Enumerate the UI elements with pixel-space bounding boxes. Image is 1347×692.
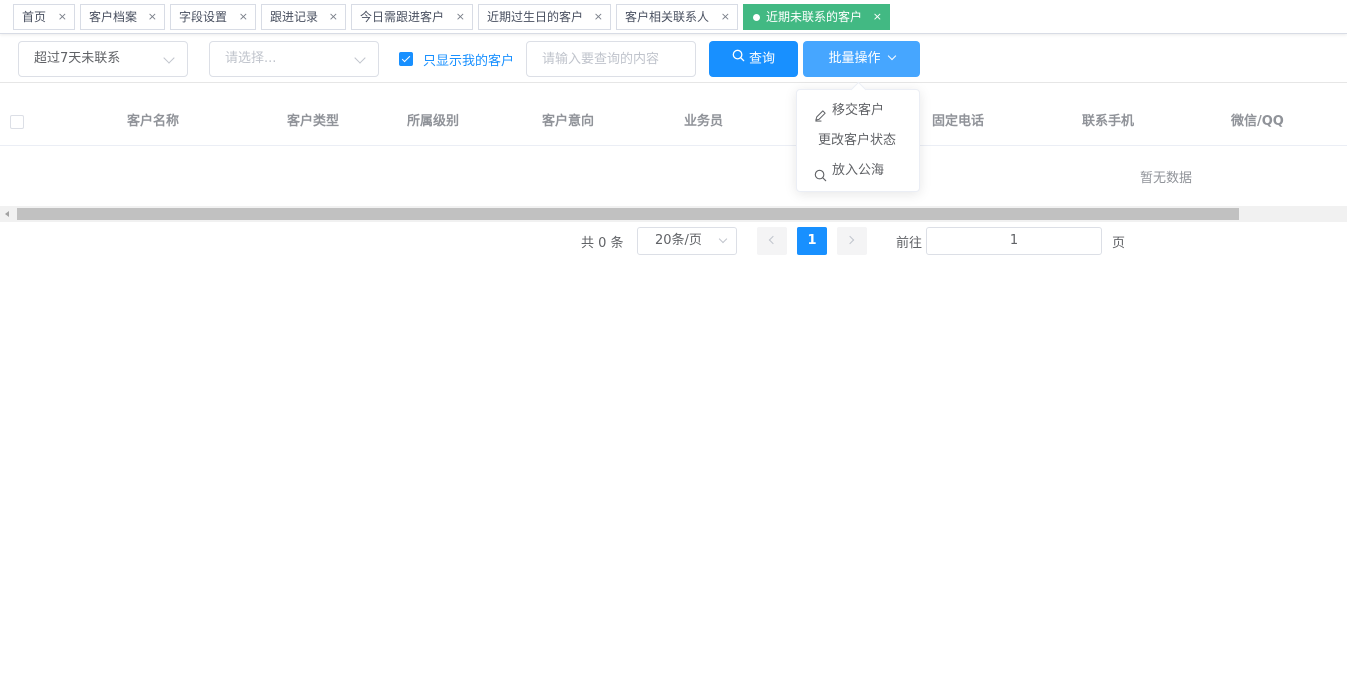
only-mine-checkbox[interactable] [399, 52, 413, 66]
close-icon[interactable]: × [148, 5, 157, 29]
tab-customer-archive[interactable]: 客户档案 × [80, 4, 165, 30]
tab-recent-birthdays[interactable]: 近期过生日的客户 × [478, 4, 611, 30]
close-icon[interactable]: × [594, 5, 603, 29]
customer-type-placeholder: 请选择... [225, 51, 277, 66]
column-header[interactable]: 业务员 [684, 98, 723, 146]
prev-page-button[interactable] [757, 227, 787, 255]
tab-label: 跟进记录 [270, 10, 319, 24]
tab-related-contacts[interactable]: 客户相关联系人 × [616, 4, 738, 30]
search-button-label: 查询 [748, 51, 775, 67]
tab-home[interactable]: 首页 × [13, 4, 75, 30]
time-range-value: 超过7天未联系 [34, 51, 121, 66]
close-icon[interactable]: × [873, 5, 882, 29]
dropdown-item-label: 放入公海 [832, 163, 885, 178]
column-header[interactable]: 联系手机 [1082, 98, 1134, 146]
table-header: 客户名称 客户类型 所属级别 客户意向 业务员 固定电话 联系手机 微信/QQ [0, 98, 1347, 146]
dropdown-item-change-status[interactable]: 更改客户状态 [797, 126, 919, 156]
search-input[interactable] [527, 42, 695, 76]
close-icon[interactable]: × [721, 5, 730, 29]
tab-label: 首页 [22, 10, 47, 24]
tab-field-settings[interactable]: 字段设置 × [170, 4, 256, 30]
goto-label: 前往 [896, 236, 923, 251]
page-suffix-label: 页 [1112, 236, 1126, 251]
batch-actions-button[interactable]: 批量操作 [803, 41, 920, 77]
dropdown-item-public-pool[interactable]: 放入公海 [797, 156, 919, 186]
column-header[interactable]: 固定电话 [932, 98, 984, 146]
close-icon[interactable]: × [58, 5, 67, 29]
tab-label: 近期过生日的客户 [487, 10, 584, 24]
page-size-value: 20条/页 [655, 233, 702, 248]
batch-actions-label: 批量操作 [828, 51, 881, 66]
tab-follow-records[interactable]: 跟进记录 × [261, 4, 346, 30]
chevron-down-icon [354, 52, 366, 64]
close-icon[interactable]: × [239, 5, 248, 29]
scroll-left-arrow-icon[interactable] [5, 211, 9, 217]
close-icon[interactable]: × [456, 5, 465, 29]
select-all-checkbox[interactable] [10, 115, 24, 129]
customer-type-select[interactable]: 请选择... [209, 41, 379, 77]
scrollbar-thumb[interactable] [17, 208, 1239, 220]
dropdown-item-label: 更改客户状态 [818, 133, 897, 148]
chevron-down-icon [887, 51, 896, 61]
tab-label: 字段设置 [179, 10, 228, 24]
column-header[interactable]: 客户名称 [127, 98, 179, 146]
tab-recent-uncontacted[interactable]: 近期未联系的客户 × [743, 4, 890, 30]
dropdown-item-transfer[interactable]: 移交客户 [797, 96, 919, 126]
chevron-down-icon [718, 234, 728, 244]
search-field[interactable] [526, 41, 696, 77]
close-icon[interactable]: × [329, 5, 338, 29]
search-icon [814, 164, 827, 194]
page-size-select[interactable]: 20条/页 [637, 227, 737, 255]
search-icon [732, 41, 745, 77]
only-mine-label[interactable]: 只显示我的客户 [423, 50, 514, 69]
page-number-current[interactable]: 1 [797, 227, 827, 255]
tabs-bar: 首页 × 客户档案 × 字段设置 × 跟进记录 × 今日需跟进客户 × 近期过生… [0, 0, 1347, 34]
divider [0, 82, 1347, 83]
tab-today-follow[interactable]: 今日需跟进客户 × [351, 4, 473, 30]
chevron-right-icon [845, 235, 855, 245]
tab-label: 客户相关联系人 [625, 10, 710, 24]
column-header[interactable]: 客户意向 [542, 98, 594, 146]
chevron-left-icon [768, 235, 778, 245]
column-header[interactable]: 微信/QQ [1231, 98, 1284, 146]
tab-label: 近期未联系的客户 [766, 10, 863, 24]
column-header[interactable]: 客户类型 [287, 98, 339, 146]
goto-page-input[interactable]: 1 [926, 227, 1102, 255]
tab-label: 今日需跟进客户 [360, 10, 445, 24]
dropdown-item-label: 移交客户 [832, 103, 885, 118]
next-page-button[interactable] [837, 227, 867, 255]
chevron-down-icon [163, 52, 175, 64]
empty-table-text: 暂无数据 [1140, 171, 1193, 186]
horizontal-scrollbar[interactable] [0, 206, 1347, 222]
tab-label: 客户档案 [89, 10, 138, 24]
time-range-select[interactable]: 超过7天未联系 [18, 41, 188, 77]
pagination-total: 共 0 条 [581, 236, 624, 251]
batch-actions-dropdown: 移交客户 更改客户状态 放入公海 [796, 89, 920, 192]
column-header[interactable]: 所属级别 [407, 98, 459, 146]
search-button[interactable]: 查询 [709, 41, 798, 77]
